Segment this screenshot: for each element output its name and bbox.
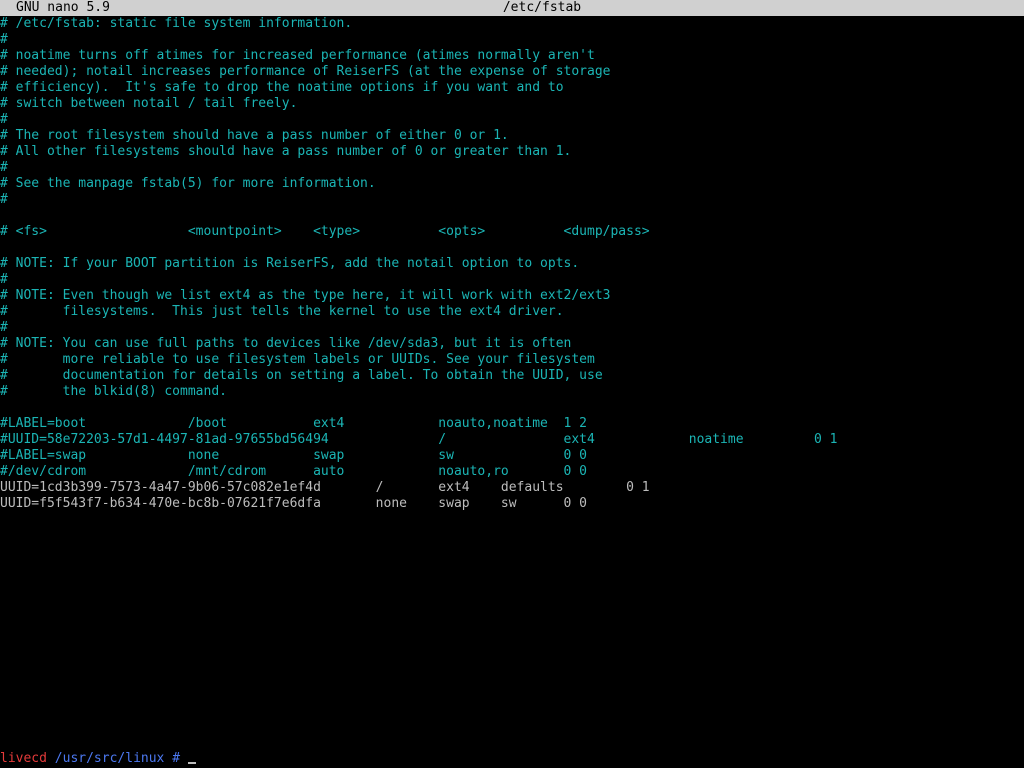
prompt-symbol: # [172, 751, 181, 766]
fstab-entry-line: UUID=f5f543f7-b634-470e-bc8b-07621f7e6df… [0, 496, 587, 511]
editor-line: # The root filesystem should have a pass… [0, 128, 509, 143]
editor-line: # [0, 192, 8, 207]
editor-line: #/dev/cdrom /mnt/cdrom auto noauto,ro 0 … [0, 464, 587, 479]
editor-line: # the blkid(8) command. [0, 384, 227, 399]
editor-line: # more reliable to use filesystem labels… [0, 352, 595, 367]
editor-buffer[interactable]: # /etc/fstab: static file system informa… [0, 16, 1024, 512]
editor-line: # NOTE: Even though we list ext4 as the … [0, 288, 611, 303]
editor-line: # needed); notail increases performance … [0, 64, 611, 79]
editor-line: # [0, 160, 8, 175]
editor-line: # All other filesystems should have a pa… [0, 144, 572, 159]
editor-line: # [0, 272, 8, 287]
prompt-host: livecd [0, 751, 47, 766]
editor-line: # /etc/fstab: static file system informa… [0, 16, 353, 31]
editor-line: # [0, 32, 8, 47]
editor-line: #UUID=58e72203-57d1-4497-81ad-97655bd564… [0, 432, 838, 447]
editor-line: # [0, 320, 8, 335]
fstab-entry-line: UUID=1cd3b399-7573-4a47-9b06-57c082e1ef4… [0, 480, 650, 495]
editor-line: # See the manpage fstab(5) for more info… [0, 176, 376, 191]
file-name: /etc/fstab [502, 0, 582, 15]
nano-title-bar: GNU nano 5.9 /etc/fstab [0, 0, 1024, 16]
editor-line: #LABEL=swap none swap sw 0 0 [0, 448, 587, 463]
prompt-path: /usr/src/linux [54, 751, 165, 766]
editor-line: # NOTE: You can use full paths to device… [0, 336, 572, 351]
editor-line: # switch between notail / tail freely. [0, 96, 298, 111]
editor-line: # noatime turns off atimes for increased… [0, 48, 595, 63]
editor-line: # <fs> <mountpoint> <type> <opts> <dump/… [0, 224, 650, 239]
editor-line: # NOTE: If your BOOT partition is Reiser… [0, 256, 580, 271]
editor-line: # documentation for details on setting a… [0, 368, 603, 383]
shell-prompt[interactable]: livecd /usr/src/linux # [0, 751, 196, 767]
editor-line: # efficiency). It's safe to drop the noa… [0, 80, 564, 95]
editor-line: # filesystems. This just tells the kerne… [0, 304, 564, 319]
editor-line: # [0, 112, 8, 127]
text-cursor [187, 762, 196, 764]
editor-line: #LABEL=boot /boot ext4 noauto,noatime 1 … [0, 416, 587, 431]
